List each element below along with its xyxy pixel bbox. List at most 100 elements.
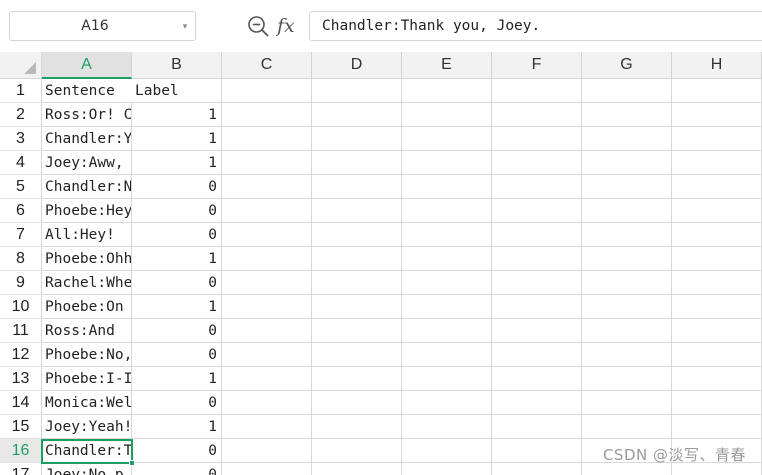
cell-h13[interactable]: [672, 367, 762, 391]
cell-f1[interactable]: [492, 79, 582, 103]
cell-b16[interactable]: 0: [132, 439, 222, 463]
cell-g11[interactable]: [582, 319, 672, 343]
cell-a2[interactable]: Ross:Or! C: [42, 103, 132, 127]
cell-a11[interactable]: Ross:And: [42, 319, 132, 343]
cell-g10[interactable]: [582, 295, 672, 319]
cell-d14[interactable]: [312, 391, 402, 415]
cell-d10[interactable]: [312, 295, 402, 319]
cell-e6[interactable]: [402, 199, 492, 223]
cell-f14[interactable]: [492, 391, 582, 415]
cell-d11[interactable]: [312, 319, 402, 343]
cell-a5[interactable]: Chandler:N: [42, 175, 132, 199]
column-header-b[interactable]: B: [132, 52, 222, 79]
cell-e14[interactable]: [402, 391, 492, 415]
cell-g5[interactable]: [582, 175, 672, 199]
cell-b14[interactable]: 0: [132, 391, 222, 415]
cell-e8[interactable]: [402, 247, 492, 271]
cell-e9[interactable]: [402, 271, 492, 295]
cell-c6[interactable]: [222, 199, 312, 223]
cell-d2[interactable]: [312, 103, 402, 127]
cell-f8[interactable]: [492, 247, 582, 271]
cell-h6[interactable]: [672, 199, 762, 223]
cell-c17[interactable]: [222, 463, 312, 475]
cell-d1[interactable]: [312, 79, 402, 103]
row-header-6[interactable]: 6: [0, 199, 42, 223]
cell-e3[interactable]: [402, 127, 492, 151]
cell-a6[interactable]: Phoebe:Hey: [42, 199, 132, 223]
cell-d15[interactable]: [312, 415, 402, 439]
row-header-11[interactable]: 11: [0, 319, 42, 343]
cell-a4[interactable]: Joey:Aww,: [42, 151, 132, 175]
cell-b15[interactable]: 1: [132, 415, 222, 439]
cell-e17[interactable]: [402, 463, 492, 475]
cell-h1[interactable]: [672, 79, 762, 103]
cell-c5[interactable]: [222, 175, 312, 199]
cell-f13[interactable]: [492, 367, 582, 391]
cell-f3[interactable]: [492, 127, 582, 151]
row-header-3[interactable]: 3: [0, 127, 42, 151]
cell-e11[interactable]: [402, 319, 492, 343]
cell-b6[interactable]: 0: [132, 199, 222, 223]
cell-h7[interactable]: [672, 223, 762, 247]
fx-icon[interactable]: fx: [277, 12, 303, 40]
cell-a3[interactable]: Chandler:Y: [42, 127, 132, 151]
active-cell-selection[interactable]: [41, 439, 135, 466]
cell-b8[interactable]: 1: [132, 247, 222, 271]
cell-d17[interactable]: [312, 463, 402, 475]
cell-b9[interactable]: 0: [132, 271, 222, 295]
cell-f4[interactable]: [492, 151, 582, 175]
cell-c15[interactable]: [222, 415, 312, 439]
cell-f9[interactable]: [492, 271, 582, 295]
cell-g4[interactable]: [582, 151, 672, 175]
row-header-1[interactable]: 1: [0, 79, 42, 103]
cell-g12[interactable]: [582, 343, 672, 367]
row-header-4[interactable]: 4: [0, 151, 42, 175]
cell-e4[interactable]: [402, 151, 492, 175]
formula-input[interactable]: Chandler:Thank you, Joey.: [309, 11, 762, 41]
cell-g6[interactable]: [582, 199, 672, 223]
cell-f2[interactable]: [492, 103, 582, 127]
cell-c4[interactable]: [222, 151, 312, 175]
cell-d3[interactable]: [312, 127, 402, 151]
row-header-10[interactable]: 10: [0, 295, 42, 319]
cell-d7[interactable]: [312, 223, 402, 247]
cell-e2[interactable]: [402, 103, 492, 127]
cell-b12[interactable]: 0: [132, 343, 222, 367]
cell-g14[interactable]: [582, 391, 672, 415]
name-box[interactable]: A16 ▾: [9, 11, 196, 41]
cell-d4[interactable]: [312, 151, 402, 175]
row-header-13[interactable]: 13: [0, 367, 42, 391]
cell-a10[interactable]: Phoebe:On: [42, 295, 132, 319]
cell-g15[interactable]: [582, 415, 672, 439]
cell-c7[interactable]: [222, 223, 312, 247]
cell-g8[interactable]: [582, 247, 672, 271]
cell-h14[interactable]: [672, 391, 762, 415]
cell-a12[interactable]: Phoebe:No,: [42, 343, 132, 367]
cell-c16[interactable]: [222, 439, 312, 463]
cell-a1[interactable]: Sentence: [42, 79, 132, 103]
cell-b4[interactable]: 1: [132, 151, 222, 175]
row-header-17[interactable]: 17: [0, 463, 42, 475]
cell-f12[interactable]: [492, 343, 582, 367]
cell-g7[interactable]: [582, 223, 672, 247]
column-header-f[interactable]: F: [492, 52, 582, 79]
cell-d9[interactable]: [312, 271, 402, 295]
cell-h8[interactable]: [672, 247, 762, 271]
cell-e1[interactable]: [402, 79, 492, 103]
cell-h10[interactable]: [672, 295, 762, 319]
row-header-8[interactable]: 8: [0, 247, 42, 271]
cell-c11[interactable]: [222, 319, 312, 343]
cell-d6[interactable]: [312, 199, 402, 223]
cell-h3[interactable]: [672, 127, 762, 151]
cell-h5[interactable]: [672, 175, 762, 199]
cell-h2[interactable]: [672, 103, 762, 127]
cell-f10[interactable]: [492, 295, 582, 319]
column-header-h[interactable]: H: [672, 52, 762, 79]
cell-c3[interactable]: [222, 127, 312, 151]
cell-b7[interactable]: 0: [132, 223, 222, 247]
formula-value[interactable]: Chandler:Thank you, Joey.: [322, 12, 540, 40]
cell-h12[interactable]: [672, 343, 762, 367]
cell-e12[interactable]: [402, 343, 492, 367]
cell-c12[interactable]: [222, 343, 312, 367]
cell-e10[interactable]: [402, 295, 492, 319]
